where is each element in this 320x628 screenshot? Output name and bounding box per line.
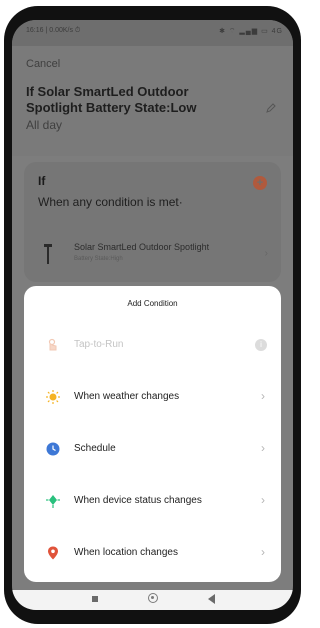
option-label: Schedule [74, 443, 116, 454]
sun-icon [46, 390, 60, 404]
device-status-icon [46, 495, 60, 508]
cancel-button[interactable]: Cancel [26, 58, 60, 70]
if-label: If [38, 174, 46, 188]
phone-frame: 16:16 | 0.00K/s ⏱ ✱ ⌔ ▂▄▆ ▭ 4G Cancel If… [4, 6, 301, 624]
screen: 16:16 | 0.00K/s ⏱ ✱ ⌔ ▂▄▆ ▭ 4G Cancel If… [12, 20, 293, 610]
chevron-right-icon: › [261, 545, 265, 559]
option-label: When location changes [74, 547, 178, 558]
option-location[interactable]: When location changes › [24, 534, 281, 574]
status-bar: 16:16 | 0.00K/s ⏱ ✱ ⌔ ▂▄▆ ▭ 4G [12, 20, 293, 46]
option-label: When weather changes [74, 391, 180, 402]
rule-title: If Solar SmartLed Outdoor Spotlight Batt… [26, 84, 197, 115]
device-name: Solar SmartLed Outdoor Spotlight [74, 242, 210, 252]
device-state: Battery State:High [74, 256, 123, 262]
location-pin-icon [48, 546, 58, 560]
condition-mode-selector[interactable]: When any condition is met· [38, 195, 183, 209]
chevron-right-icon: › [264, 248, 268, 259]
chevron-right-icon: › [261, 441, 265, 455]
chevron-right-icon: › [261, 389, 265, 403]
edit-icon[interactable] [265, 102, 277, 114]
add-condition-sheet: Add Condition Tap-to-Run i When weather … [24, 286, 281, 582]
chevron-right-icon: › [261, 493, 265, 507]
clock-icon [46, 442, 60, 456]
tap-icon [48, 338, 57, 351]
spotlight-icon [44, 244, 52, 264]
recent-apps-icon[interactable] [92, 596, 98, 602]
rule-subtitle: All day [26, 118, 63, 132]
info-icon[interactable]: i [255, 339, 267, 351]
sheet-title: Add Condition [127, 299, 178, 308]
status-time: 16:16 | 0.00K/s ⏱ [26, 27, 81, 34]
home-icon[interactable] [148, 593, 158, 603]
option-weather[interactable]: When weather changes › [24, 378, 281, 418]
if-condition-card: If When any condition is met· + Solar Sm… [24, 162, 281, 282]
option-schedule[interactable]: Schedule › [24, 430, 281, 470]
option-tap-to-run[interactable]: Tap-to-Run i [24, 326, 281, 366]
header: Cancel If Solar SmartLed Outdoor Spotlig… [12, 46, 293, 156]
status-icons: ✱ ⌔ ▂▄▆ ▭ 4G [219, 28, 283, 35]
device-condition-row[interactable]: Solar SmartLed Outdoor Spotlight Battery… [38, 240, 268, 270]
option-device-status[interactable]: When device status changes › [24, 482, 281, 522]
option-label: When device status changes [74, 495, 202, 506]
add-condition-icon[interactable]: + [253, 176, 267, 190]
back-icon[interactable] [208, 594, 215, 604]
option-label: Tap-to-Run [74, 339, 124, 350]
system-nav-bar [12, 590, 293, 610]
